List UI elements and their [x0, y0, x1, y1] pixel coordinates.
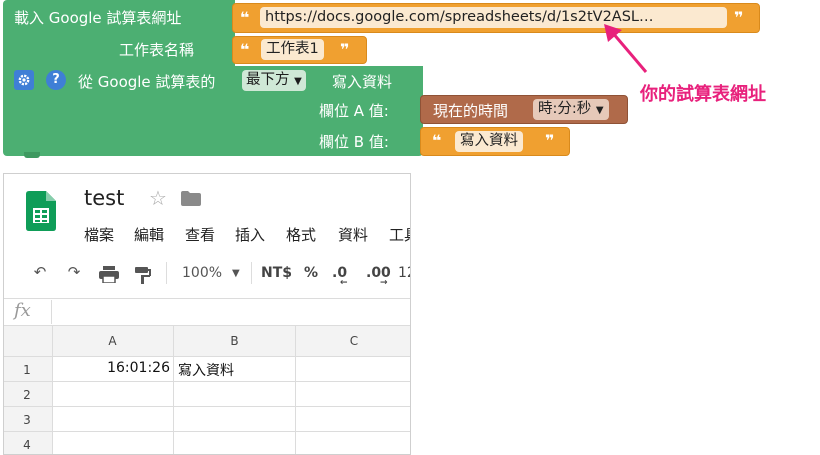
toolbar-divider [166, 262, 167, 284]
select-all-corner[interactable] [4, 326, 52, 356]
column-header-a[interactable]: A [52, 334, 173, 348]
grid-line [4, 381, 410, 382]
grid-line [4, 406, 410, 407]
menu-view[interactable]: 查看 [185, 224, 215, 245]
formula-input[interactable] [56, 302, 406, 322]
cell-a1[interactable]: 16:01:26 [53, 360, 170, 376]
sheets-logo-icon [26, 191, 56, 231]
menu-tools[interactable]: 工具 [389, 224, 410, 245]
toolbar-divider [251, 262, 252, 284]
row-header-2[interactable]: 2 [4, 388, 50, 402]
menu-insert[interactable]: 插入 [235, 224, 265, 245]
menu-file[interactable]: 檔案 [84, 224, 114, 245]
row-header-3[interactable]: 3 [4, 413, 50, 427]
load-url-label: 載入 Google 試算表網址 [14, 9, 182, 27]
chevron-down-icon[interactable]: ▼ [232, 268, 240, 279]
arrow-right-icon: → [380, 278, 388, 288]
write-prefix-label: 從 Google 試算表的 [78, 73, 216, 91]
question-icon[interactable]: ? [46, 70, 66, 90]
cell-b1[interactable]: 寫入資料 [178, 360, 292, 380]
quote-close-icon: ❞ [545, 131, 555, 150]
undo-icon[interactable]: ↶ [30, 263, 50, 281]
chevron-down-icon: ▼ [595, 105, 604, 116]
sheet-name-label: 工作表名稱 [119, 41, 195, 59]
annotation-arrow-icon [604, 24, 648, 73]
grid-line [4, 431, 410, 432]
position-dropdown[interactable]: 最下方 ▼ [242, 70, 306, 91]
grid-line [4, 356, 410, 357]
arrow-left-icon: ← [340, 278, 348, 288]
menu-format[interactable]: 格式 [286, 224, 316, 245]
grid-line [295, 326, 296, 454]
column-header-b[interactable]: B [174, 334, 295, 348]
row-header-4[interactable]: 4 [4, 438, 50, 452]
field-b-value[interactable]: 寫入資料 [455, 131, 523, 152]
position-dropdown-value: 最下方 [246, 72, 290, 88]
redo-icon[interactable]: ↷ [64, 263, 84, 281]
sheet-name-field[interactable]: 工作表1 [261, 39, 324, 60]
quote-close-icon: ❞ [734, 8, 744, 27]
quote-close-icon: ❞ [340, 40, 350, 59]
row-header-1[interactable]: 1 [4, 363, 50, 377]
menu-edit[interactable]: 編輯 [134, 224, 164, 245]
increase-decimal-button[interactable]: .00 → [366, 265, 391, 288]
time-format-value: 時:分:秒 [538, 101, 592, 117]
field-a-label: 欄位 A 值: [319, 102, 389, 120]
quote-open-icon: ❝ [240, 40, 250, 59]
quote-open-icon: ❝ [432, 131, 442, 150]
grid-line [52, 326, 53, 454]
zoom-value: 100% [182, 265, 223, 281]
formula-bar-divider [51, 300, 52, 324]
write-suffix-label: 寫入資料 [332, 73, 393, 91]
paint-format-icon[interactable] [134, 266, 152, 288]
block-notch [24, 152, 40, 158]
chevron-down-icon: ▼ [294, 76, 302, 87]
percent-format-button[interactable]: % [304, 265, 318, 281]
decrease-decimal-button[interactable]: .0 ← [332, 265, 348, 288]
menu-data[interactable]: 資料 [338, 224, 368, 245]
field-b-label: 欄位 B 值: [319, 133, 389, 151]
column-header-c[interactable]: C [296, 334, 410, 348]
more-formats-button[interactable]: 123 [398, 265, 410, 281]
time-format-dropdown[interactable]: 時:分:秒 ▼ [533, 99, 609, 120]
print-icon[interactable] [99, 266, 119, 287]
fx-icon: fx [14, 300, 31, 321]
document-title[interactable]: test [84, 186, 124, 210]
formula-bar-top-border [4, 298, 410, 299]
annotation-label: 你的試算表網址 [640, 84, 766, 105]
current-time-label: 現在的時間 [433, 102, 509, 120]
quote-open-icon: ❝ [240, 8, 250, 27]
gear-icon[interactable] [14, 70, 34, 90]
grid-line [173, 326, 174, 454]
star-icon[interactable]: ☆ [149, 186, 167, 210]
zoom-select[interactable]: 100% [182, 265, 222, 281]
currency-format-button[interactable]: NT$ [261, 265, 292, 281]
folder-icon[interactable] [181, 191, 201, 206]
sheets-window: test ☆ 檔案 編輯 查看 插入 格式 資料 工具 ↶ ↷ 100% ▼ N… [3, 173, 411, 455]
